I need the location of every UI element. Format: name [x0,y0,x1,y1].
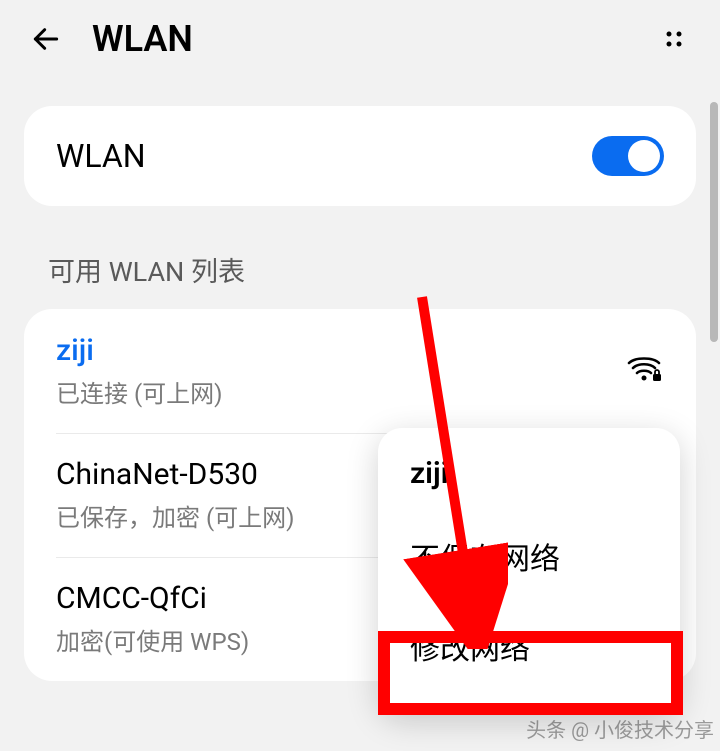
back-arrow-icon[interactable] [28,21,64,57]
context-menu-title: ziji [378,456,680,511]
context-menu-modify[interactable]: 修改网络 [378,601,680,691]
wifi-item-ziji[interactable]: ziji 已连接 (可上网) [24,309,696,433]
context-menu: ziji 不保存网络 修改网络 [378,428,680,713]
scrollbar[interactable] [710,102,718,342]
page-title: WLAN [92,18,656,60]
wifi-name: ziji [56,333,664,368]
more-icon[interactable] [656,21,692,57]
wlan-toggle-card: WLAN [24,106,696,206]
wifi-status: 已连接 (可上网) [56,374,664,409]
available-networks-title: 可用 WLAN 列表 [48,250,696,289]
wlan-toggle-switch[interactable] [592,136,664,176]
wifi-signal-lock-icon [626,354,662,388]
context-menu-forget[interactable]: 不保存网络 [378,511,680,601]
watermark-text: 头条 @ 小俊技术分享 [526,714,714,743]
wlan-toggle-label: WLAN [56,137,592,175]
wlan-toggle-row: WLAN [24,106,696,206]
header-bar: WLAN [0,0,720,78]
